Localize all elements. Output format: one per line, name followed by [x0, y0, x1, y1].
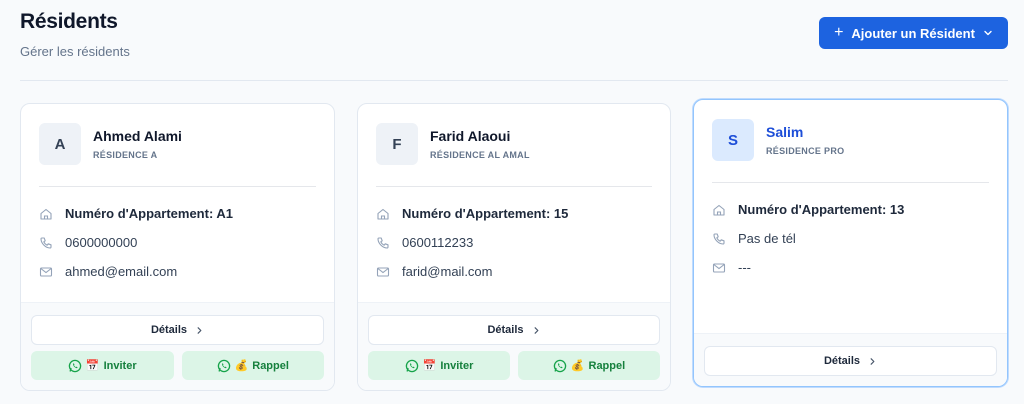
resident-card: F Farid Alaoui RÉSIDENCE AL AMAL Numéro …	[357, 103, 671, 391]
page-header: Résidents Gérer les résidents + Ajouter …	[20, 10, 1008, 70]
card-footer: Détails 📅 Inviter 💰 Rappel	[358, 302, 670, 390]
invite-label: Inviter	[440, 359, 474, 372]
apartment-row: Numéro d'Appartement: 13	[712, 195, 989, 224]
header-divider	[20, 80, 1008, 81]
resident-card-selected[interactable]: S Salim RÉSIDENCE PRO Numéro d'Apparteme…	[693, 99, 1008, 387]
resident-name: Salim	[766, 124, 804, 140]
mail-icon	[376, 266, 390, 277]
chevron-right-icon	[197, 326, 202, 334]
apartment-row: Numéro d'Appartement: A1	[39, 199, 316, 228]
apartment-number: Numéro d'Appartement: 13	[738, 202, 905, 217]
resident-name: Farid Alaoui	[430, 128, 511, 144]
residence-name: RÉSIDENCE A	[93, 150, 158, 160]
phone-icon	[377, 236, 389, 249]
residence-name: RÉSIDENCE PRO	[766, 146, 845, 156]
plus-icon: +	[834, 24, 844, 41]
email-address: ---	[738, 260, 751, 275]
email-address: ahmed@email.com	[65, 264, 178, 279]
whatsapp-icon	[405, 359, 418, 372]
phone-row: 0600000000	[39, 228, 316, 257]
phone-row: 0600112233	[376, 228, 652, 257]
whatsapp-icon	[553, 359, 567, 372]
calendar-emoji: 📅	[422, 360, 437, 372]
residence-name: RÉSIDENCE AL AMAL	[430, 150, 530, 160]
apartment-row: Numéro d'Appartement: 15	[376, 199, 652, 228]
home-icon	[377, 208, 389, 220]
phone-icon	[713, 232, 725, 245]
reminder-label: Rappel	[588, 359, 626, 372]
reminder-whatsapp-button[interactable]: 💰 Rappel	[181, 351, 324, 380]
phone-icon	[40, 236, 52, 249]
home-icon	[713, 204, 725, 216]
phone-row: Pas de tél	[712, 224, 989, 253]
avatar: S	[712, 119, 754, 161]
chevron-down-icon	[984, 30, 992, 36]
reminder-label: Rappel	[252, 359, 289, 372]
email-row: ---	[712, 253, 989, 282]
add-resident-label: Ajouter un Résident	[851, 25, 975, 41]
chevron-right-icon	[534, 326, 538, 334]
whatsapp-icon	[68, 359, 82, 372]
details-button[interactable]: Détails	[704, 346, 997, 376]
email-row: farid@mail.com	[376, 257, 652, 286]
email-address: farid@mail.com	[402, 264, 493, 279]
home-icon	[40, 208, 52, 220]
whatsapp-icon	[217, 359, 230, 372]
apartment-number: Numéro d'Appartement: 15	[402, 206, 569, 221]
resident-card: A Ahmed Alami RÉSIDENCE A Numéro d'Appar…	[20, 103, 335, 391]
details-button[interactable]: Détails	[31, 315, 324, 345]
email-row: ahmed@email.com	[39, 257, 316, 286]
chevron-right-icon	[870, 357, 875, 365]
invite-whatsapp-button[interactable]: 📅 Inviter	[368, 351, 510, 380]
mail-icon	[39, 266, 53, 277]
money-bag-emoji: 💰	[234, 360, 249, 372]
phone-number: 0600112233	[402, 235, 474, 250]
avatar: A	[39, 123, 81, 165]
phone-number: Pas de tél	[738, 231, 796, 246]
money-bag-emoji: 💰	[570, 360, 585, 372]
avatar: F	[376, 123, 418, 165]
reminder-whatsapp-button[interactable]: 💰 Rappel	[518, 351, 660, 380]
apartment-number: Numéro d'Appartement: A1	[65, 206, 234, 221]
invite-label: Inviter	[103, 359, 137, 372]
details-label: Détails	[150, 324, 188, 336]
invite-whatsapp-button[interactable]: 📅 Inviter	[31, 351, 174, 380]
details-label: Détails	[487, 324, 524, 336]
details-label: Détails	[823, 355, 861, 367]
add-resident-button[interactable]: + Ajouter un Résident	[819, 17, 1008, 49]
mail-icon	[712, 262, 726, 273]
card-footer: Détails 📅 Inviter 💰 Rappel	[21, 302, 334, 390]
calendar-emoji: 📅	[85, 360, 100, 372]
card-footer: Détails	[694, 333, 1007, 386]
details-button[interactable]: Détails	[368, 315, 660, 345]
phone-number: 0600000000	[65, 235, 138, 250]
resident-name: Ahmed Alami	[93, 128, 182, 144]
